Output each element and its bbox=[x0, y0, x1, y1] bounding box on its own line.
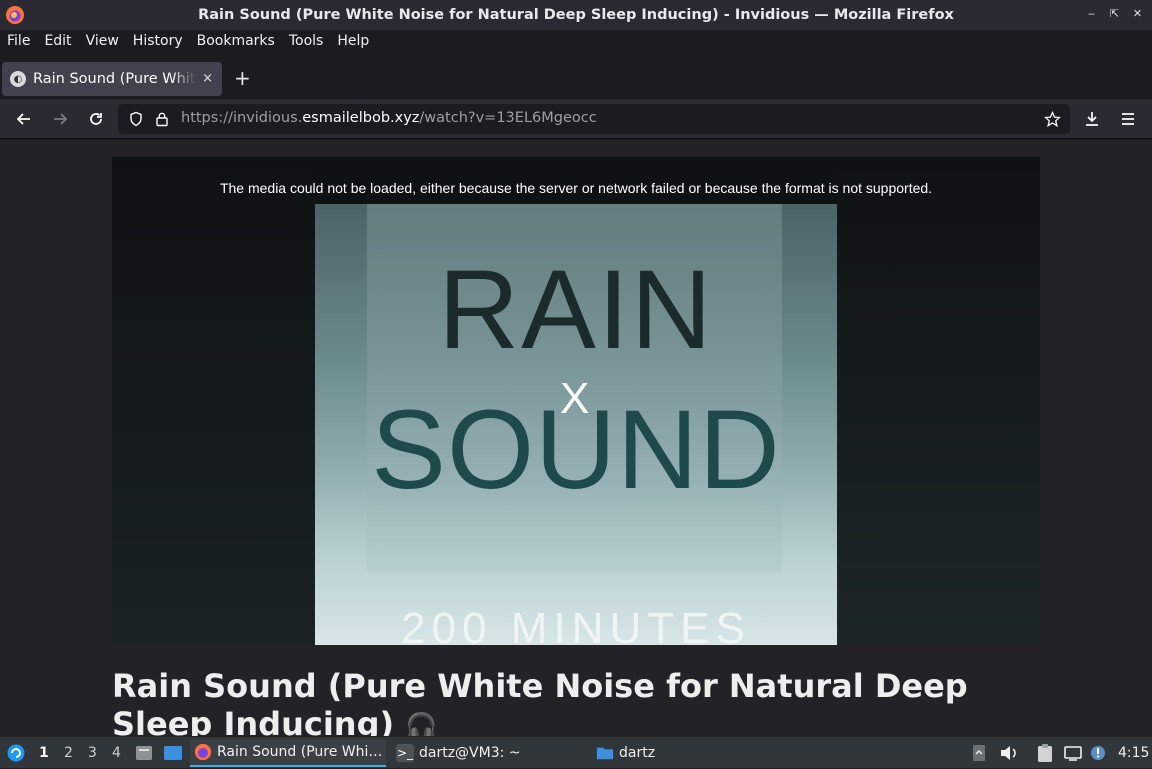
lock-icon[interactable] bbox=[153, 110, 171, 128]
file-manager-launcher[interactable] bbox=[134, 737, 154, 769]
terminal-icon: >_ bbox=[396, 744, 414, 762]
task-firefox[interactable]: Rain Sound (Pure Whi… bbox=[190, 739, 386, 767]
url-path: /watch?v=13EL6Mgeocc bbox=[419, 110, 597, 126]
close-icon[interactable]: ✕ bbox=[1131, 7, 1144, 21]
new-tab-button[interactable]: + bbox=[234, 68, 251, 88]
tab-strip: ◐ Rain Sound (Pure White Noise for Natur… bbox=[0, 55, 1152, 99]
shield-icon[interactable] bbox=[127, 110, 145, 128]
url-prefix: https://invidious. bbox=[181, 110, 303, 126]
maximize-icon[interactable]: ⇱ bbox=[1108, 7, 1121, 21]
file-manager-icon bbox=[136, 746, 152, 760]
notification-icon[interactable] bbox=[1089, 737, 1107, 769]
navigation-toolbar: https://invidious.esmailelbob.xyz/watch?… bbox=[0, 99, 1152, 139]
bookmark-star-icon[interactable] bbox=[1043, 110, 1061, 128]
volume-icon[interactable] bbox=[999, 737, 1019, 769]
minimize-icon[interactable]: ‒ bbox=[1085, 7, 1098, 21]
clipboard-icon[interactable] bbox=[1036, 737, 1054, 769]
workspace-2[interactable]: 2 bbox=[64, 737, 73, 769]
video-player[interactable]: RAIN SOUND 200 MINUTES The media could n… bbox=[112, 157, 1040, 645]
start-menu-icon bbox=[7, 744, 25, 762]
window-title: Rain Sound (Pure White Noise for Natural… bbox=[198, 7, 954, 23]
url-bar[interactable]: https://invidious.esmailelbob.xyz/watch?… bbox=[118, 104, 1070, 134]
menu-history[interactable]: History bbox=[133, 33, 183, 49]
firefox-icon bbox=[194, 743, 212, 761]
desktop-icon bbox=[164, 746, 182, 760]
player-letterbox-right bbox=[837, 157, 1040, 645]
app-launcher-button[interactable] bbox=[6, 737, 26, 769]
video-title-text: Rain Sound (Pure White Noise for Natural… bbox=[112, 667, 968, 736]
poster-text-minutes: 200 MINUTES bbox=[401, 604, 751, 646]
video-title: Rain Sound (Pure White Noise for Natural… bbox=[112, 667, 1012, 736]
workspace-3[interactable]: 3 bbox=[88, 737, 97, 769]
menu-help[interactable]: Help bbox=[337, 33, 369, 49]
poster-text-rain: RAIN bbox=[438, 247, 714, 372]
player-letterbox-left bbox=[112, 157, 315, 645]
folder-icon bbox=[596, 747, 614, 760]
forward-button[interactable] bbox=[50, 109, 70, 129]
workspace-4[interactable]: 4 bbox=[112, 737, 121, 769]
hamburger-menu-icon bbox=[1122, 113, 1134, 125]
back-button[interactable] bbox=[14, 109, 34, 129]
downloads-button[interactable] bbox=[1082, 109, 1102, 129]
player-close-button[interactable]: X bbox=[560, 377, 589, 421]
download-icon bbox=[1086, 112, 1098, 126]
media-error-message: The media could not be loaded, either be… bbox=[219, 180, 933, 196]
menu-file[interactable]: File bbox=[7, 33, 30, 49]
url-host: esmailelbob.xyz bbox=[302, 110, 420, 126]
page-content: RAIN SOUND 200 MINUTES The media could n… bbox=[0, 140, 1152, 736]
app-menu-button[interactable] bbox=[1118, 109, 1138, 129]
reload-button[interactable] bbox=[86, 109, 106, 129]
show-desktop-button[interactable] bbox=[162, 737, 184, 769]
menu-view[interactable]: View bbox=[86, 33, 119, 49]
network-icon[interactable] bbox=[1063, 737, 1083, 769]
back-arrow-icon bbox=[16, 113, 30, 125]
workspace-1[interactable]: 1 bbox=[39, 737, 49, 769]
tab-label: Rain Sound (Pure White Noise for Natural… bbox=[33, 71, 196, 87]
menu-bookmarks[interactable]: Bookmarks bbox=[197, 33, 275, 49]
invidious-favicon-icon: ◐ bbox=[10, 71, 26, 87]
menu-tools[interactable]: Tools bbox=[289, 33, 324, 49]
forward-arrow-icon bbox=[54, 113, 68, 125]
clock[interactable]: 4:15 bbox=[1118, 737, 1149, 769]
window-titlebar: Rain Sound (Pure White Noise for Natural… bbox=[0, 0, 1152, 30]
reload-icon bbox=[90, 113, 102, 125]
tab-close-icon[interactable]: × bbox=[202, 71, 213, 86]
headphones-icon: 🎧 bbox=[405, 712, 438, 736]
firefox-icon bbox=[6, 6, 24, 24]
task-terminal[interactable]: >_ dartz@VM3: ~ bbox=[392, 739, 582, 767]
tab-rain-sound[interactable]: ◐ Rain Sound (Pure White Noise for Natur… bbox=[2, 62, 222, 96]
task-label: dartz bbox=[619, 745, 656, 761]
url-text[interactable]: https://invidious.esmailelbob.xyz/watch?… bbox=[181, 110, 597, 126]
menu-edit[interactable]: Edit bbox=[44, 33, 71, 49]
tray-expand-icon[interactable] bbox=[972, 737, 986, 769]
system-taskbar: 1 2 3 4 Rain Sound (Pure Whi… >_ dartz@V… bbox=[0, 736, 1152, 768]
task-label: Rain Sound (Pure Whi… bbox=[217, 744, 383, 760]
video-poster: RAIN SOUND 200 MINUTES bbox=[315, 204, 837, 645]
menu-bar: File Edit View History Bookmarks Tools H… bbox=[0, 30, 1152, 52]
task-folder[interactable]: dartz bbox=[592, 739, 712, 767]
task-label: dartz@VM3: ~ bbox=[419, 745, 521, 761]
